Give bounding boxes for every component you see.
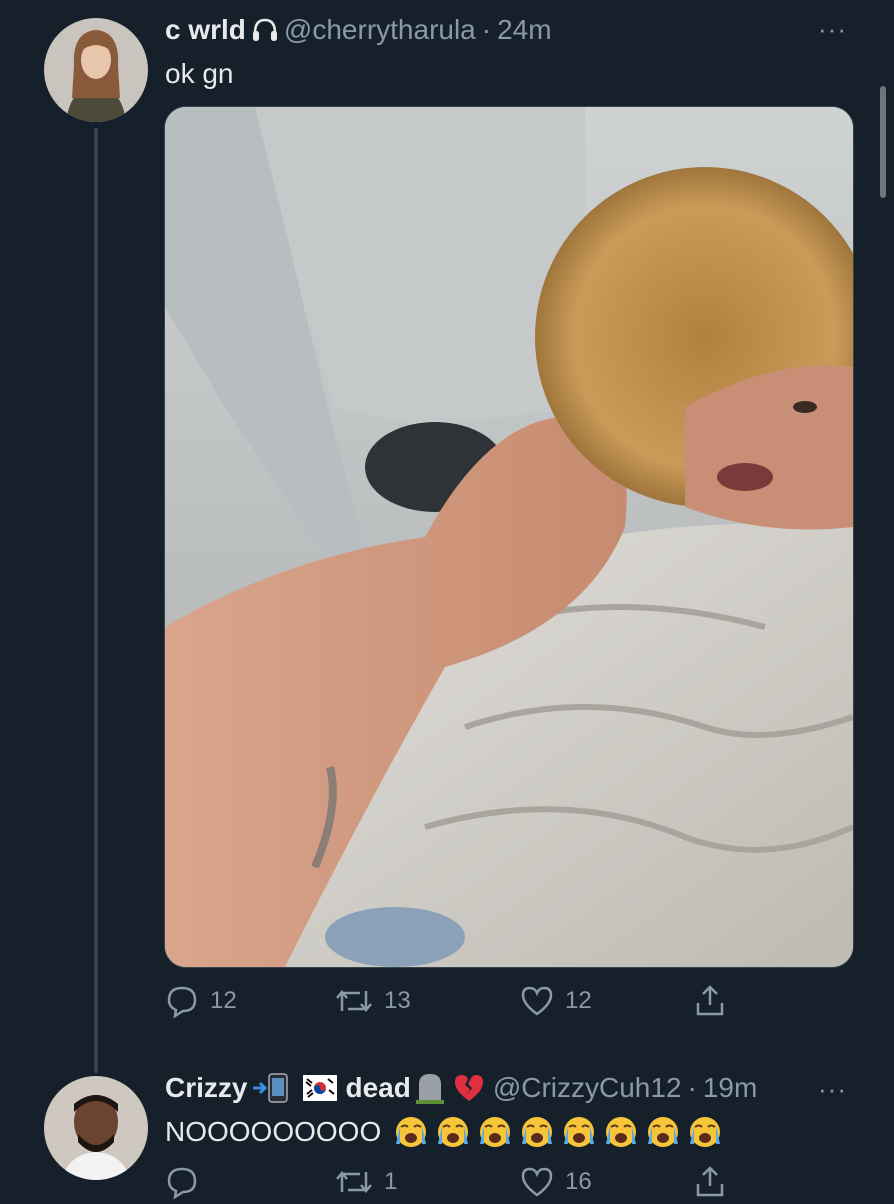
- arrow-phone-icon: [251, 1072, 295, 1104]
- scrollbar[interactable]: [880, 86, 886, 198]
- share-button[interactable]: [692, 983, 728, 1019]
- tweet-header: Crizzy dead @CrizzyCuh12 · 19m: [165, 1072, 757, 1104]
- avatar[interactable]: [44, 18, 148, 122]
- heart-icon: [521, 1167, 553, 1197]
- loudly-crying-face-icon: [522, 1117, 553, 1147]
- thread-connector-line: [94, 128, 98, 1073]
- tweet-header: c wrld @cherrytharula · 24m: [165, 14, 552, 46]
- reply-button[interactable]: [164, 1164, 210, 1200]
- retweet-icon: [336, 990, 372, 1012]
- loudly-crying-face-icon: [438, 1117, 469, 1147]
- like-button[interactable]: 12: [519, 983, 592, 1019]
- timestamp[interactable]: 19m: [703, 1072, 757, 1104]
- share-button[interactable]: [692, 1164, 728, 1200]
- heart-icon: [521, 986, 553, 1016]
- separator-dot: ·: [481, 14, 492, 45]
- loudly-crying-face-icon: [690, 1117, 721, 1147]
- headphones-icon: [250, 15, 280, 45]
- avatar[interactable]: [44, 1076, 148, 1180]
- retweet-icon: [336, 1171, 372, 1193]
- user-handle[interactable]: @CrizzyCuh12: [493, 1072, 682, 1104]
- tweet-actions: 1 16: [164, 1164, 744, 1204]
- retweet-count: 1: [384, 1168, 398, 1195]
- like-button[interactable]: 16: [519, 1164, 592, 1200]
- korea-flag-icon: [303, 1075, 338, 1101]
- tweet-text: ok gn: [165, 58, 234, 89]
- loudly-crying-face-icon: [606, 1117, 637, 1147]
- display-name-suffix[interactable]: dead: [345, 1072, 410, 1104]
- retweet-button[interactable]: 1: [334, 1164, 397, 1200]
- loudly-crying-face-icon: [480, 1117, 511, 1147]
- emoji-row: [389, 1114, 725, 1150]
- loudly-crying-face-icon: [396, 1117, 427, 1147]
- share-icon: [696, 985, 724, 1016]
- like-count: 16: [565, 1168, 592, 1195]
- share-icon: [696, 1166, 724, 1197]
- tweet-text-content: NOOOOOOOOO: [165, 1116, 382, 1147]
- user-handle[interactable]: @cherrytharula: [284, 14, 476, 46]
- reply-icon: [167, 986, 197, 1019]
- reply-icon: [167, 1167, 197, 1200]
- loudly-crying-face-icon: [564, 1117, 595, 1147]
- reply-count: 12: [210, 987, 237, 1014]
- reply-button[interactable]: 12: [164, 983, 237, 1019]
- display-name[interactable]: Crizzy: [165, 1072, 247, 1104]
- separator-dot: ·: [687, 1072, 697, 1103]
- tweet-text: NOOOOOOOOO: [165, 1114, 725, 1150]
- more-options-icon[interactable]: ···: [818, 14, 847, 45]
- tweet-actions: 12 13 12: [164, 983, 744, 1023]
- loudly-crying-face-icon: [648, 1117, 679, 1147]
- like-count: 12: [565, 987, 592, 1014]
- broken-heart-icon: [453, 1073, 485, 1103]
- display-name[interactable]: c wrld: [165, 14, 246, 46]
- retweet-button[interactable]: 13: [334, 983, 411, 1019]
- timestamp[interactable]: 24m: [497, 14, 551, 46]
- headstone-icon: [415, 1072, 445, 1104]
- more-options-icon[interactable]: ···: [818, 1074, 847, 1105]
- retweet-count: 13: [384, 987, 411, 1014]
- tweet-media-image[interactable]: [164, 106, 854, 968]
